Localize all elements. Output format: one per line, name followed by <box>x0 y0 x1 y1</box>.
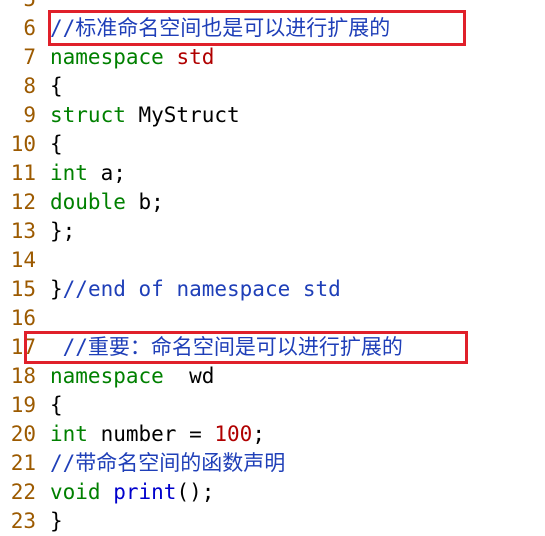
token: } <box>50 509 63 533</box>
code-line-21[interactable]: 21 //带命名空间的函数声明 <box>0 449 545 478</box>
token: namespace <box>50 364 164 388</box>
code-line-19[interactable]: 19 { <box>0 391 545 420</box>
token: number = <box>87 422 215 446</box>
code-line-13[interactable]: 13}; <box>0 217 545 246</box>
code-text: { <box>50 391 63 420</box>
code-text: namespace wd <box>50 362 214 391</box>
token: { <box>50 132 63 156</box>
code-text: void print(); <box>50 478 214 507</box>
token: { <box>50 393 63 417</box>
token: wd <box>163 364 215 388</box>
code-text: double b; <box>50 188 164 217</box>
code-line-14[interactable]: 14 <box>0 246 545 275</box>
code-line-23[interactable]: 23} <box>0 507 545 536</box>
line-number: 21 <box>10 451 36 475</box>
token: 100 <box>214 422 253 446</box>
highlight-box-line-6 <box>48 10 466 46</box>
code-line-10[interactable]: 10 { <box>0 130 545 159</box>
code-text: namespace std <box>50 43 214 72</box>
code-text: int number = 100; <box>50 420 265 449</box>
line-number: 14 <box>10 248 36 272</box>
line-number: 9 <box>23 103 36 127</box>
line-number: 13 <box>10 219 36 243</box>
line-number: 22 <box>10 480 36 504</box>
token: print <box>113 480 177 504</box>
code-text: }//end of namespace std <box>50 275 341 304</box>
line-number: 11 <box>10 161 36 185</box>
code-line-12[interactable]: 12 double b; <box>0 188 545 217</box>
token: int <box>50 161 88 185</box>
token: b; <box>125 190 164 214</box>
code-text: }; <box>50 217 75 246</box>
code-line-9[interactable]: 9 struct MyStruct <box>0 101 545 130</box>
line-number: 15 <box>10 277 36 301</box>
token: namespace <box>50 45 164 69</box>
code-text: //带命名空间的函数声明 <box>50 449 285 478</box>
token: MyStruct <box>125 103 240 127</box>
code-line-20[interactable]: 20 int number = 100; <box>0 420 545 449</box>
code-line-22[interactable]: 22 void print(); <box>0 478 545 507</box>
token: //带命名空间的函数声明 <box>50 451 286 475</box>
line-number: 20 <box>10 422 36 446</box>
token: //end of namespace std <box>62 277 341 301</box>
code-line-18[interactable]: 18 namespace wd <box>0 362 545 391</box>
line-number: 19 <box>10 393 36 417</box>
token: ; <box>252 422 265 446</box>
line-number: 7 <box>23 45 36 69</box>
code-line-11[interactable]: 11 int a; <box>0 159 545 188</box>
code-line-7[interactable]: 7 namespace std <box>0 43 545 72</box>
code-text: int a; <box>50 159 126 188</box>
token: double <box>50 190 126 214</box>
line-number: 8 <box>23 74 36 98</box>
token: { <box>50 74 63 98</box>
token: void <box>50 480 101 504</box>
line-number: 12 <box>10 190 36 214</box>
code-line-8[interactable]: 8{ <box>0 72 545 101</box>
token: a; <box>87 161 126 185</box>
code-text: struct MyStruct <box>50 101 240 130</box>
line-number: 18 <box>10 364 36 388</box>
code-text: { <box>50 72 63 101</box>
token: std <box>176 45 215 69</box>
line-number: 10 <box>10 132 36 156</box>
line-number: 23 <box>10 509 36 533</box>
code-text: } <box>50 507 63 536</box>
token: int <box>50 422 88 446</box>
line-number: 6 <box>23 16 36 40</box>
token: } <box>50 277 63 301</box>
code-line-16[interactable]: 16 <box>0 304 545 333</box>
token: }; <box>50 219 76 243</box>
line-number: 16 <box>10 306 36 330</box>
line-number: 5 <box>0 0 36 14</box>
highlight-box-line-17 <box>24 331 468 364</box>
token: (); <box>176 480 215 504</box>
token: struct <box>50 103 126 127</box>
code-line-15[interactable]: 15}//end of namespace std <box>0 275 545 304</box>
code-text: { <box>50 130 63 159</box>
